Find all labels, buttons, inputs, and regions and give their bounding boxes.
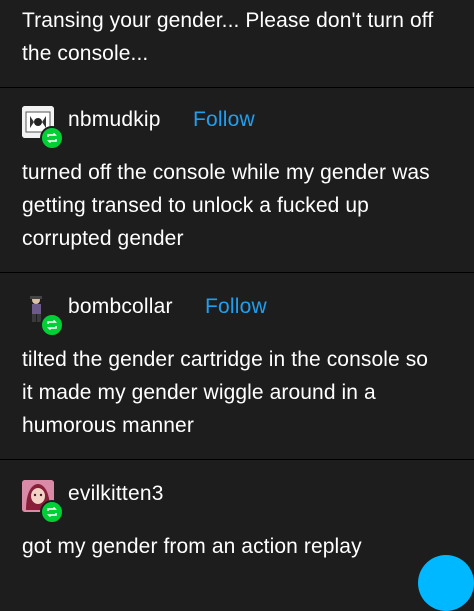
post-text: turned off the console while my gender w… [22, 161, 430, 250]
username[interactable]: nbmudkip [68, 108, 161, 132]
username[interactable]: evilkitten3 [68, 482, 164, 506]
post-text: tilted the gender cartridge in the conso… [22, 348, 429, 437]
post-divider [0, 459, 474, 460]
username[interactable]: bombcollar [68, 295, 173, 319]
post-text: got my gender from an action replay [22, 535, 362, 558]
post-original: Transing your gender... Please don't tur… [0, 0, 474, 70]
reblog-badge [40, 500, 64, 524]
reblog-post: bombcollar Follow tilted the gender cart… [0, 293, 474, 442]
follow-button[interactable]: Follow [205, 295, 267, 319]
post-divider [0, 272, 474, 273]
reblog-post: evilkitten3 got my gender from an action… [0, 480, 474, 563]
post-divider [0, 87, 474, 88]
post-header: nbmudkip Follow [22, 106, 456, 150]
reblog-badge [40, 126, 64, 150]
reblog-icon [47, 506, 57, 518]
reblog-icon [47, 132, 57, 144]
post-header: evilkitten3 [22, 480, 456, 524]
floating-action-button[interactable] [418, 555, 474, 611]
post-header: bombcollar Follow [22, 293, 456, 337]
follow-button[interactable]: Follow [193, 108, 255, 132]
reblog-badge [40, 313, 64, 337]
post-text: Transing your gender... Please don't tur… [22, 9, 434, 65]
reblog-post: nbmudkip Follow turned off the console w… [0, 106, 474, 255]
reblog-icon [47, 319, 57, 331]
